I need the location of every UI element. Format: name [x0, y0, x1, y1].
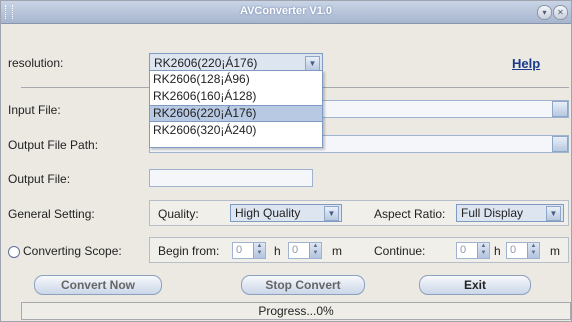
hour-unit: h: [274, 244, 281, 258]
scope-panel: Begin from: 0 ▲ ▼ h 0 ▲ ▼ m Continue: 0 ▲ ▼ h …: [149, 237, 569, 263]
output-file-label: Output File:: [8, 172, 71, 186]
input-file-label: Input File:: [8, 103, 61, 117]
window-title: AVConverter V1.0: [239, 5, 333, 17]
chevron-down-icon[interactable]: ▼: [546, 206, 561, 221]
title-bar[interactable]: AVConverter V1.0 ▾ ✕: [1, 1, 571, 24]
progress-bar: Progress...0%: [21, 302, 571, 320]
continue-label: Continue:: [374, 244, 426, 258]
help-link[interactable]: Help: [512, 56, 540, 71]
resolution-value: RK2606(220¡Á176): [154, 56, 258, 70]
resolution-option[interactable]: RK2606(160¡Á128): [150, 88, 322, 105]
resolution-option[interactable]: RK2606(128¡Á96): [150, 71, 322, 88]
quality-select[interactable]: High Quality ▼: [230, 204, 342, 222]
resolution-option[interactable]: RK2606(320¡Á240): [150, 122, 322, 139]
progress-text: Progress...0%: [258, 304, 334, 318]
resolution-dropdown-list: RK2606(128¡Á96) RK2606(160¡Á128) RK2606(…: [149, 70, 323, 148]
exit-button[interactable]: Exit: [419, 275, 531, 295]
continue-hour-stepper[interactable]: 0 ▲ ▼: [456, 242, 490, 259]
browse-input-button[interactable]: [552, 101, 568, 117]
minimize-button[interactable]: ▾: [537, 5, 552, 20]
continue-minute-stepper[interactable]: 0 ▲ ▼: [506, 242, 540, 259]
begin-from-label: Begin from:: [158, 244, 220, 258]
chevron-down-icon[interactable]: ▼: [324, 206, 339, 221]
begin-minute-stepper[interactable]: 0 ▲ ▼: [288, 242, 322, 259]
quality-label: Quality:: [158, 207, 199, 221]
general-setting-label: General Setting:: [8, 207, 95, 221]
chevron-down-icon[interactable]: ▼: [305, 56, 320, 71]
converting-scope-label: Converting Scope:: [23, 244, 122, 258]
close-icon: ✕: [557, 8, 564, 17]
aspect-ratio-label: Aspect Ratio:: [374, 207, 446, 221]
resolution-option-selected[interactable]: RK2606(220¡Á176): [150, 105, 322, 122]
stop-convert-button[interactable]: Stop Convert: [241, 275, 365, 295]
convert-now-button[interactable]: Convert Now: [34, 275, 162, 295]
resolution-label: resolution:: [8, 56, 64, 70]
chevron-down-icon: ▾: [542, 8, 547, 17]
converting-scope-radio[interactable]: [8, 246, 20, 258]
close-button[interactable]: ✕: [553, 5, 568, 20]
general-setting-panel: Quality: High Quality ▼ Aspect Ratio: Fu…: [149, 200, 569, 226]
aspect-ratio-select[interactable]: Full Display ▼: [456, 204, 564, 222]
hour-unit: h: [494, 244, 501, 258]
output-file-field[interactable]: [149, 169, 313, 187]
browse-output-button[interactable]: [552, 136, 568, 152]
begin-hour-stepper[interactable]: 0 ▲ ▼: [232, 242, 266, 259]
minute-unit: m: [332, 244, 342, 258]
app-window: AVConverter V1.0 ▾ ✕ resolution: RK2606(…: [0, 0, 572, 322]
output-file-path-label: Output File Path:: [8, 138, 99, 152]
minute-unit: m: [550, 244, 560, 258]
